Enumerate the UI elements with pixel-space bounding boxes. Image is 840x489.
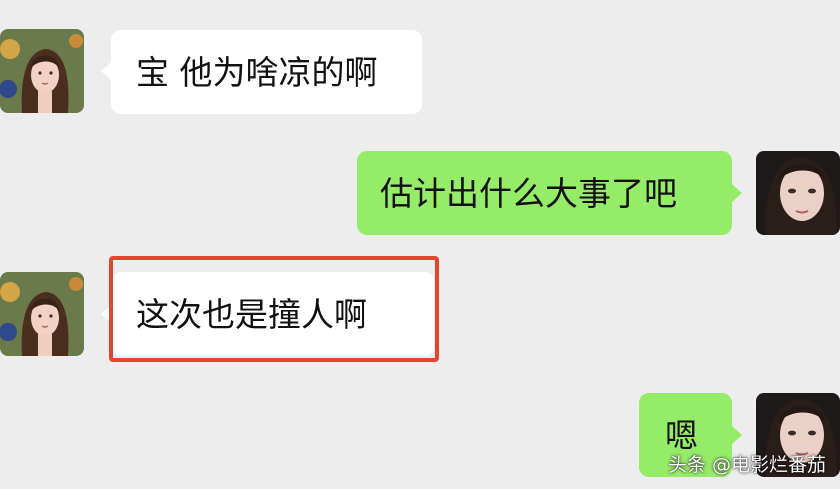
message-text: 宝 他为啥凉的啊	[136, 52, 378, 92]
watermark: 头条 @电影烂番茄	[667, 454, 826, 476]
contact-avatar-image	[0, 29, 84, 113]
contact-avatar-image	[0, 272, 84, 356]
my-avatar[interactable]	[756, 151, 840, 235]
my-avatar-image	[756, 151, 840, 235]
highlight-frame	[109, 256, 439, 362]
bubble-tail	[101, 62, 111, 80]
message-bubble[interactable]: 估计出什么大事了吧	[357, 151, 732, 235]
message-text: 嗯	[665, 415, 698, 455]
contact-avatar[interactable]	[0, 29, 84, 113]
message-text: 估计出什么大事了吧	[380, 173, 677, 213]
contact-avatar[interactable]	[0, 272, 84, 356]
bubble-tail	[732, 426, 742, 444]
bubble-tail	[732, 184, 742, 202]
message-bubble[interactable]: 宝 他为啥凉的啊	[111, 30, 422, 114]
